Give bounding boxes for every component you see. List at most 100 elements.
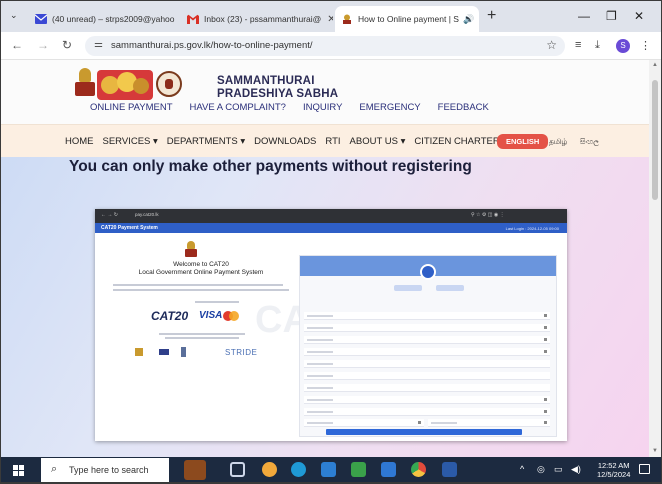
tray-volume-icon[interactable]: ◀) — [571, 464, 581, 475]
welcome-text: Welcome to CAT20 Local Government Online… — [115, 261, 287, 277]
site-settings-icon[interactable]: ⚌ — [94, 39, 103, 50]
download-icon[interactable]: ⤓ — [595, 39, 600, 52]
nav-services[interactable]: SERVICES ▾ — [103, 136, 158, 147]
scrollbar-thumb[interactable] — [652, 80, 658, 200]
submit-button[interactable] — [326, 429, 522, 435]
tab-gmail-inbox[interactable]: Inbox (23) - pssammanthurai@ ✕ — [181, 6, 333, 32]
nav-complaint[interactable]: HAVE A COMPLAINT? — [190, 102, 286, 113]
reload-icon[interactable]: ↻ — [62, 38, 72, 52]
form-tab[interactable] — [394, 285, 422, 291]
reading-list-icon[interactable]: ≡ — [575, 39, 581, 51]
tray-network-icon[interactable]: ◎ — [537, 464, 545, 475]
close-window-icon[interactable]: ✕ — [634, 9, 644, 23]
url-text: sammanthurai.ps.gov.lk/how-to-online-pay… — [111, 40, 313, 51]
search-icon: ⌕ — [51, 463, 58, 475]
search-placeholder: Type here to search — [69, 465, 149, 475]
chrome-icon[interactable] — [411, 462, 426, 477]
embedded-url: pay.cat20.lk — [135, 212, 159, 217]
form-field[interactable] — [304, 372, 550, 380]
stride-logo: STRIDE — [225, 348, 258, 357]
nav-rti[interactable]: RTI — [325, 136, 340, 147]
close-tab-icon[interactable]: ✕ — [175, 14, 179, 25]
nav-about-us[interactable]: ABOUT US ▾ — [350, 136, 406, 147]
close-tab-icon[interactable]: ✕ — [321, 14, 333, 25]
notification-icon[interactable] — [639, 464, 650, 474]
taskbar-search-box[interactable]: ⌕ Type here to search — [41, 458, 169, 482]
form-field[interactable] — [304, 348, 550, 356]
main-navigation: HOME SERVICES ▾ DEPARTMENTS ▾ DOWNLOADS … — [1, 124, 649, 157]
mastercard-logo — [223, 311, 239, 321]
language-english-button[interactable]: ENGLISH — [497, 134, 549, 149]
council-app-icon[interactable] — [184, 460, 206, 480]
tab-title: How to Online payment | S — [358, 14, 459, 24]
page-scrollbar[interactable]: ▲ ▼ — [649, 60, 661, 457]
site-name[interactable]: SAMMANTHURAI PRADESHIYA SABHA — [217, 75, 338, 101]
windows-taskbar: ⌕ Type here to search ^ ◎ ▭ ◀) 12:52 AM … — [1, 457, 661, 483]
mail-app-icon[interactable] — [321, 462, 336, 477]
form-field[interactable] — [304, 384, 550, 392]
site-header: SAMMANTHURAI PRADESHIYA SABHA ONLINE PAY… — [1, 60, 649, 124]
tab-yahoo-mail[interactable]: (40 unread) – strps2009@yahoo ✕ — [29, 6, 179, 32]
nav-online-payment[interactable]: ONLINE PAYMENT — [90, 102, 173, 113]
speaker-icon[interactable]: 🔊 — [463, 14, 474, 25]
nav-citizen-charter[interactable]: CITIZEN CHARTER — [414, 136, 499, 147]
restore-icon[interactable]: ❐ — [606, 9, 617, 23]
embedded-payment-screenshot: ← → ↻ pay.cat20.lk ⚲ ☆ ⚙ ◫ ◉ ⋮ CAT20 Pay… — [95, 209, 567, 441]
partner-flag-icon — [159, 349, 169, 355]
nav-home[interactable]: HOME — [65, 136, 94, 147]
language-sinhala-link[interactable]: සිංහල — [580, 137, 599, 147]
page-viewport: SAMMANTHURAI PRADESHIYA SABHA ONLINE PAY… — [1, 60, 649, 457]
form-field[interactable] — [304, 324, 550, 332]
embedded-toolbar-icons: ⚲ ☆ ⚙ ◫ ◉ ⋮ — [471, 212, 505, 218]
profile-avatar[interactable]: S — [616, 39, 630, 53]
widgets-icon[interactable] — [262, 462, 277, 477]
new-tab-button[interactable]: + — [487, 7, 496, 25]
form-select[interactable] — [304, 408, 550, 416]
tray-monitor-icon[interactable]: ▭ — [554, 464, 563, 475]
partner-tower-icon — [181, 347, 186, 357]
menu-kebab-icon[interactable]: ⋮ — [640, 39, 651, 52]
forward-icon[interactable]: → — [37, 38, 49, 52]
embedded-nav-icons: ← → ↻ — [101, 212, 118, 218]
browser-tab-strip: ⌄ (40 unread) – strps2009@yahoo ✕ Inbox … — [1, 1, 661, 32]
back-icon[interactable]: ← — [11, 38, 23, 52]
form-field[interactable] — [304, 360, 550, 368]
accepted-text-line — [195, 301, 239, 303]
nav-inquiry[interactable]: INQUIRY — [303, 102, 342, 113]
address-bar[interactable]: ⚌ sammanthurai.ps.gov.lk/how-to-online-p… — [85, 36, 565, 56]
nav-downloads[interactable]: DOWNLOADS — [254, 136, 316, 147]
minimize-icon[interactable]: — — [578, 9, 590, 23]
site-name-line1: SAMMANTHURAI — [217, 75, 315, 87]
task-view-icon[interactable] — [230, 462, 245, 477]
tab-search-dropdown-icon[interactable]: ⌄ — [10, 10, 18, 21]
tray-chevron-icon[interactable]: ^ — [520, 464, 524, 474]
browser-toolbar: ← → ↻ ⚌ sammanthurai.ps.gov.lk/how-to-on… — [1, 32, 661, 60]
form-select[interactable] — [304, 396, 550, 404]
edge-browser-icon[interactable] — [291, 462, 306, 477]
clock-date: 12/5/2024 — [597, 470, 631, 479]
bookmark-star-icon[interactable]: ☆ — [546, 38, 557, 52]
nav-departments[interactable]: DEPARTMENTS ▾ — [167, 136, 245, 147]
form-tab[interactable] — [436, 285, 464, 291]
scroll-up-icon[interactable]: ▲ — [652, 62, 658, 68]
info-line — [165, 337, 239, 339]
form-field[interactable] — [304, 312, 550, 320]
language-tamil-link[interactable]: தமிழ் — [549, 137, 567, 147]
windows-start-icon[interactable] — [13, 465, 24, 476]
scroll-down-icon[interactable]: ▼ — [652, 448, 658, 454]
outlook-icon[interactable] — [381, 462, 396, 477]
embedded-emblem-icon — [185, 241, 197, 257]
form-field[interactable] — [304, 336, 550, 344]
embedded-brand: CAT20 Payment System — [101, 225, 158, 231]
nav-feedback[interactable]: FEEDBACK — [438, 102, 489, 113]
tab-title: Inbox (23) - pssammanthurai@ — [204, 14, 322, 24]
embedded-browser-bar: ← → ↻ pay.cat20.lk ⚲ ☆ ⚙ ◫ ◉ ⋮ — [95, 209, 567, 223]
tab-online-payment[interactable]: How to Online payment | S 🔊 ✕ — [335, 6, 479, 32]
form-select-half[interactable] — [428, 419, 550, 427]
word-icon[interactable] — [442, 462, 457, 477]
store-icon[interactable] — [351, 462, 366, 477]
taskbar-clock[interactable]: 12:52 AM 12/5/2024 — [597, 461, 630, 479]
nav-emergency[interactable]: EMERGENCY — [359, 102, 420, 113]
form-select-half[interactable] — [304, 419, 424, 427]
close-tab-icon[interactable]: ✕ — [474, 14, 479, 25]
